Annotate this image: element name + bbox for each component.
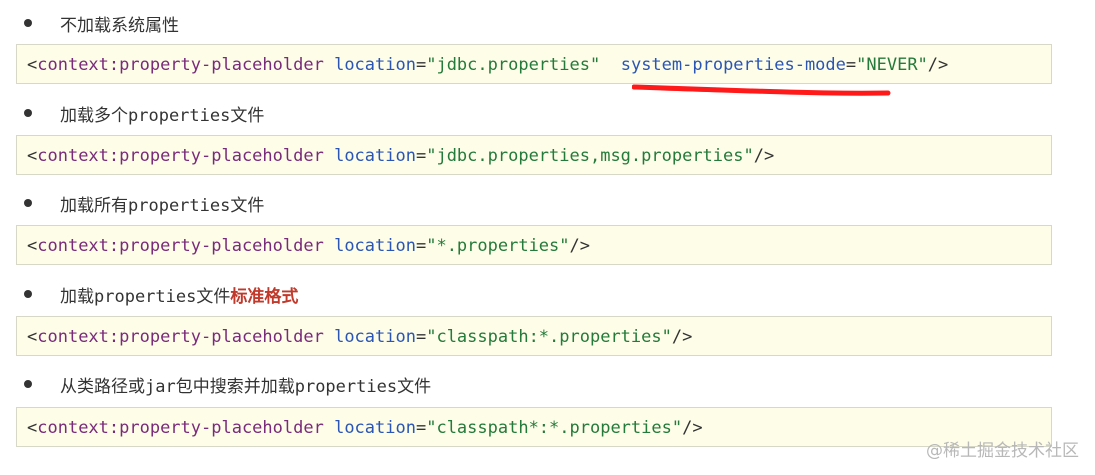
bullet-text-part: 加载多个	[60, 105, 128, 126]
code-open-bracket: <	[27, 55, 38, 75]
bullet-item: 加载properties文件标准格式	[24, 281, 298, 307]
bullet-text: 加载所有properties文件	[60, 191, 264, 216]
bullet-dot-icon	[24, 19, 32, 27]
bullet-text-part: properties	[94, 286, 197, 307]
bullet-item: 从类路径或jar包中搜索并加载properties文件	[24, 371, 431, 397]
bullet-text-part: 加载	[60, 286, 94, 307]
code-block: <context:property-placeholder location="…	[16, 225, 1052, 265]
code-close-bracket: />	[671, 327, 693, 347]
bullet-text-part: jar	[145, 376, 176, 397]
code-equals: =	[415, 327, 427, 347]
red-underline-annotation	[632, 84, 891, 96]
code-block: <context:property-placeholder location="…	[16, 135, 1052, 175]
code-equals: =	[845, 55, 857, 75]
bullet-text-part: 文件	[196, 286, 231, 307]
bullet-dot-icon	[24, 380, 32, 388]
code-open-bracket: <	[27, 236, 38, 256]
code-attr-name: system-properties-mode	[620, 55, 846, 75]
code-attr-name: location	[334, 236, 416, 256]
code-close-bracket: />	[682, 418, 703, 438]
bullet-text-part: 文件	[230, 195, 265, 216]
code-equals: =	[415, 146, 427, 166]
code-equals: =	[415, 418, 427, 438]
bullet-dot-icon	[24, 109, 32, 117]
code-equals: =	[415, 55, 427, 75]
code-close-bracket: />	[569, 236, 590, 256]
bullet-highlight-text: 标准格式	[230, 286, 299, 307]
bullet-text: 加载多个properties文件	[60, 101, 264, 126]
bullet-text-part: 包中搜索并加载	[175, 376, 295, 397]
code-tag-name: context:property-placeholder	[37, 146, 324, 166]
code-attr-value: "classpath:*.properties"	[426, 327, 672, 347]
code-tag-name: context:property-placeholder	[37, 327, 324, 347]
bullet-item: 加载所有properties文件	[24, 190, 264, 216]
bullet-text-part: 文件	[397, 376, 432, 397]
code-tag-name: context:property-placeholder	[37, 236, 324, 256]
code-attr-name: location	[334, 327, 416, 347]
code-attr-value: "jdbc.properties"	[426, 55, 601, 75]
code-equals: =	[415, 236, 427, 256]
code-attr-name: location	[334, 418, 416, 438]
code-tag-name: context:property-placeholder	[37, 418, 324, 438]
code-open-bracket: <	[27, 327, 38, 347]
code-attr-value: "NEVER"	[856, 55, 928, 75]
code-block: <context:property-placeholder location="…	[16, 316, 1052, 356]
bullet-dot-icon	[24, 199, 32, 207]
bullet-text-part: properties	[128, 105, 231, 126]
bullet-text-part: properties	[294, 376, 398, 397]
code-attr-value: "*.properties"	[426, 236, 570, 256]
code-attr-value: "classpath*:*.properties"	[426, 418, 683, 438]
bullet-text-part: 文件	[230, 105, 265, 126]
code-block: <context:property-placeholder location="…	[16, 44, 1052, 84]
bullet-dot-icon	[24, 290, 32, 298]
bullet-text: 加载properties文件标准格式	[60, 282, 298, 307]
bullet-text: 不加载系统属性	[60, 11, 179, 36]
bullet-text-part: 从类路径或	[60, 376, 145, 397]
code-open-bracket: <	[27, 418, 38, 438]
code-tag-name: context:property-placeholder	[37, 55, 324, 75]
code-close-bracket: />	[927, 55, 949, 75]
bullet-text-part: properties	[128, 195, 231, 216]
bullet-item: 不加载系统属性	[24, 10, 179, 36]
watermark: @稀土掘金技术社区	[926, 441, 1079, 461]
code-open-bracket: <	[27, 146, 38, 166]
bullet-text: 从类路径或jar包中搜索并加载properties文件	[60, 372, 431, 397]
bullet-item: 加载多个properties文件	[24, 100, 264, 126]
bullet-text-part: 不加载系统属性	[60, 15, 179, 36]
code-attr-name: location	[334, 55, 416, 75]
code-attr-name: location	[334, 146, 416, 166]
code-block: <context:property-placeholder location="…	[16, 407, 1052, 447]
bullet-text-part: 加载所有	[60, 195, 128, 216]
code-close-bracket: />	[753, 146, 775, 166]
code-attr-value: "jdbc.properties,msg.properties"	[426, 146, 754, 166]
